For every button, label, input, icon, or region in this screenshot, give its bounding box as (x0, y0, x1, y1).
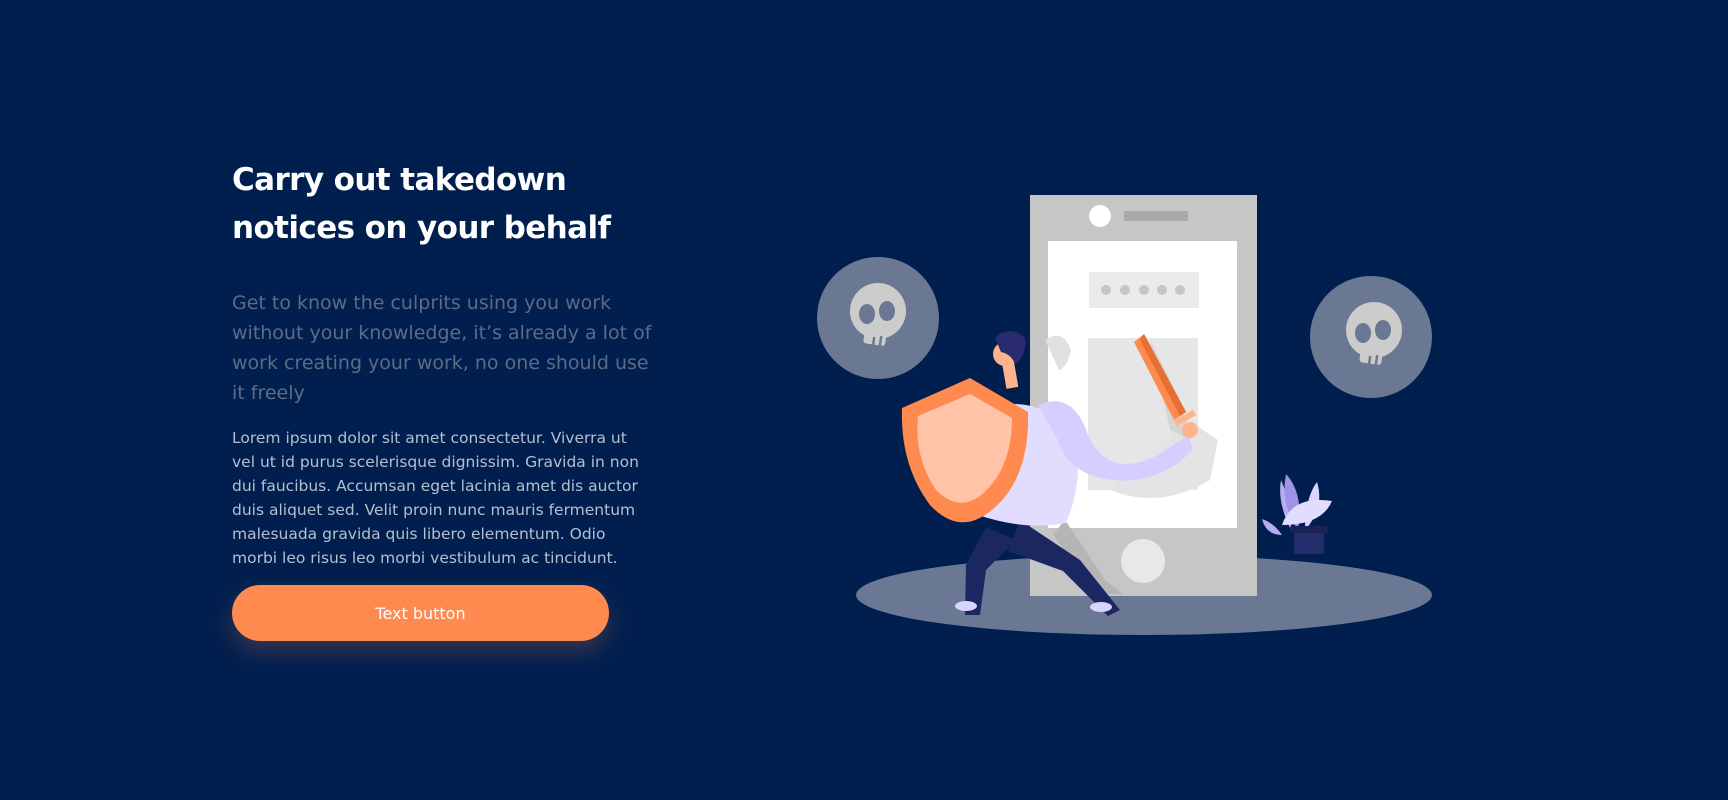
hero-subtitle: Get to know the culprits using you work … (232, 292, 652, 404)
hero-title: Carry out takedown notices on your behal… (232, 162, 611, 246)
hero-content: Carry out takedown notices on your behal… (232, 156, 652, 641)
hero-body: Lorem ipsum dolor sit amet consectetur. … (232, 429, 639, 567)
skull-icon (817, 257, 939, 379)
security-illustration (817, 195, 1432, 635)
phone-icon (1030, 195, 1257, 596)
skull-icon (1310, 276, 1432, 398)
plant-icon (1262, 474, 1332, 554)
cta-button[interactable]: Text button (232, 585, 609, 641)
